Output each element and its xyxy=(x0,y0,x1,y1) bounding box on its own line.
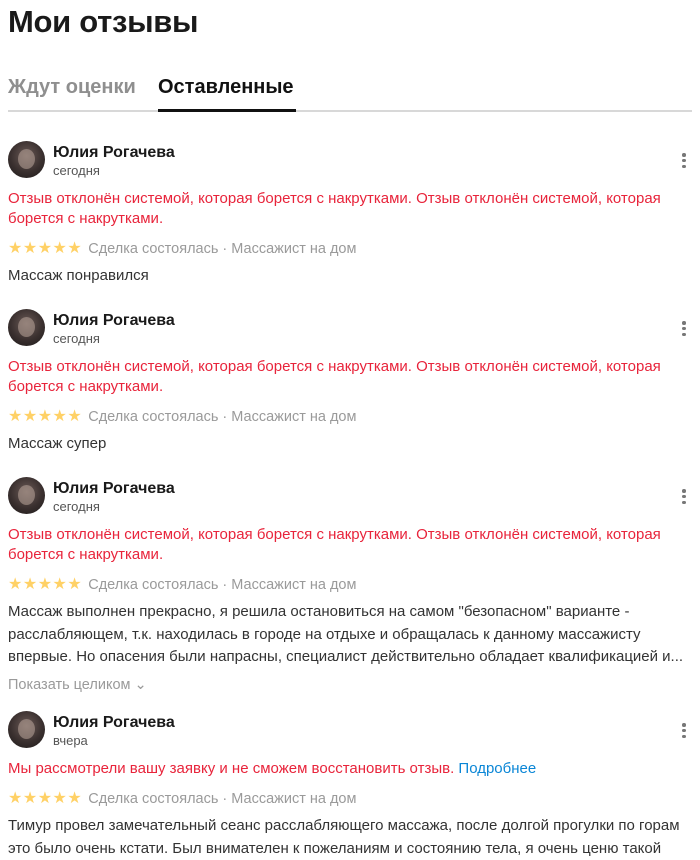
author-name[interactable]: Юлия Рогачева xyxy=(53,143,175,163)
review-card: Юлия Рогачева сегодня Отзыв отклонён сис… xyxy=(8,309,692,456)
review-meta: ★★★★★ Сделка состоялась · Массажист на д… xyxy=(8,407,692,427)
review-date: вчера xyxy=(53,733,88,748)
active-tab-indicator xyxy=(158,109,296,112)
rejection-text: Отзыв отклонён системой, которая борется… xyxy=(8,526,661,563)
review-header: Юлия Рогачева сегодня xyxy=(8,309,692,349)
review-text: Массаж супер xyxy=(8,435,107,452)
review-date: сегодня xyxy=(53,499,100,514)
review-header: Юлия Рогачева сегодня xyxy=(8,477,692,517)
review-meta: ★★★★★ Сделка состоялась · Массажист на д… xyxy=(8,239,692,259)
deal-info: Сделка состоялась · Массажист на дом xyxy=(88,577,357,593)
restore-denied-text: Мы рассмотрели вашу заявку и не сможем в… xyxy=(8,760,459,777)
author-name[interactable]: Юлия Рогачева xyxy=(53,479,175,499)
more-options-icon[interactable] xyxy=(682,321,686,337)
rejection-notice: Отзыв отклонён системой, которая борется… xyxy=(8,525,692,565)
avatar[interactable] xyxy=(8,309,45,346)
review-date: сегодня xyxy=(53,331,100,346)
review-text: Массаж понравился xyxy=(8,267,149,284)
page-title: Мои отзывы xyxy=(8,4,199,39)
review-text: Массаж выполнен прекрасно, я решила оста… xyxy=(8,603,684,665)
rating-stars-icon: ★★★★★ xyxy=(8,408,83,425)
author-name[interactable]: Юлия Рогачева xyxy=(53,713,175,733)
review-header: Юлия Рогачева вчера xyxy=(8,711,692,751)
rating-stars-icon: ★★★★★ xyxy=(8,576,83,593)
more-options-icon[interactable] xyxy=(682,489,686,505)
tabs-bar: Ждут оценки Оставленные xyxy=(8,70,692,112)
rejection-notice: Отзыв отклонён системой, которая борется… xyxy=(8,189,692,229)
deal-info: Сделка состоялась · Массажист на дом xyxy=(88,791,357,807)
reviews-page: Мои отзывы Ждут оценки Оставленные Юлия … xyxy=(0,0,700,857)
avatar[interactable] xyxy=(8,141,45,178)
rejection-notice: Отзыв отклонён системой, которая борется… xyxy=(8,357,692,397)
avatar[interactable] xyxy=(8,711,45,748)
review-meta: ★★★★★ Сделка состоялась · Массажист на д… xyxy=(8,575,692,595)
author-name[interactable]: Юлия Рогачева xyxy=(53,311,175,331)
review-text: Тимур провел замечательный сеанс расслаб… xyxy=(8,817,680,857)
details-link[interactable]: Подробнее xyxy=(458,760,536,777)
deal-info: Сделка состоялась · Массажист на дом xyxy=(88,241,357,257)
restore-denied-notice: Мы рассмотрели вашу заявку и не сможем в… xyxy=(8,759,692,779)
rejection-text: Отзыв отклонён системой, которая борется… xyxy=(8,358,661,395)
more-options-icon[interactable] xyxy=(682,153,686,169)
review-card: Юлия Рогачева вчера Мы рассмотрели вашу … xyxy=(8,711,692,860)
rating-stars-icon: ★★★★★ xyxy=(8,240,83,257)
rating-stars-icon: ★★★★★ xyxy=(8,790,83,807)
review-meta: ★★★★★ Сделка состоялась · Массажист на д… xyxy=(8,789,692,809)
review-card: Юлия Рогачева сегодня Отзыв отклонён сис… xyxy=(8,141,692,288)
review-card: Юлия Рогачева сегодня Отзыв отклонён сис… xyxy=(8,477,692,695)
show-full-link[interactable]: Показать целиком ⌄ xyxy=(8,675,692,695)
avatar[interactable] xyxy=(8,477,45,514)
tab-left-reviews[interactable]: Оставленные xyxy=(158,74,294,100)
rejection-text: Отзыв отклонён системой, которая борется… xyxy=(8,190,661,227)
deal-info: Сделка состоялась · Массажист на дом xyxy=(88,409,357,425)
more-options-icon[interactable] xyxy=(682,723,686,739)
review-header: Юлия Рогачева сегодня xyxy=(8,141,692,181)
review-date: сегодня xyxy=(53,163,100,178)
tab-awaiting-review[interactable]: Ждут оценки xyxy=(8,74,136,100)
